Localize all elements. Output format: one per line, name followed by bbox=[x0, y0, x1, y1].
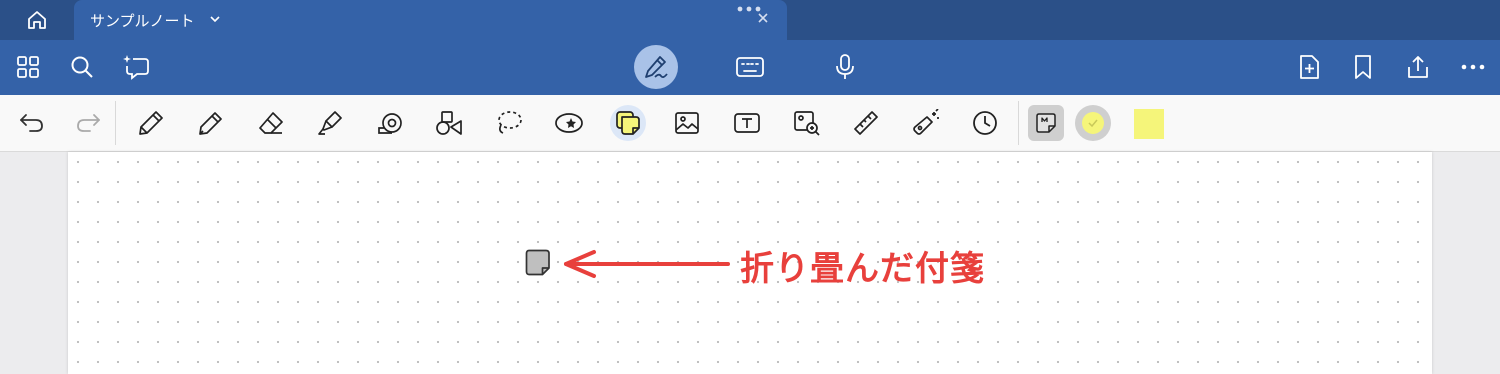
laser-pointer-icon bbox=[913, 109, 939, 135]
share-button[interactable] bbox=[1404, 53, 1432, 81]
folded-sticky-note[interactable] bbox=[525, 249, 551, 276]
tab-notebook[interactable]: サンプルノート bbox=[74, 0, 787, 40]
redo-icon bbox=[77, 114, 100, 132]
eraser-tool[interactable] bbox=[253, 105, 289, 141]
add-page-icon bbox=[1300, 55, 1319, 79]
undo-icon bbox=[20, 114, 43, 132]
top-bar bbox=[0, 40, 1500, 95]
sticky-note-style-icon bbox=[1036, 113, 1056, 133]
home-button[interactable] bbox=[0, 0, 74, 40]
toolbar-divider bbox=[115, 101, 116, 145]
keyboard-icon bbox=[736, 57, 764, 77]
apps-grid-icon bbox=[17, 56, 39, 78]
bookmark-icon bbox=[1355, 55, 1371, 79]
pencil-tool[interactable] bbox=[193, 105, 229, 141]
add-page-button[interactable] bbox=[1296, 53, 1322, 81]
search-button[interactable] bbox=[68, 53, 96, 81]
sticker-icon bbox=[555, 113, 583, 133]
lasso-icon bbox=[498, 111, 522, 134]
ruler-icon bbox=[854, 111, 878, 135]
laser-pointer-tool[interactable] bbox=[908, 105, 944, 141]
lasso-tool[interactable] bbox=[491, 105, 527, 141]
text-box-icon bbox=[734, 113, 760, 133]
text-box-tool[interactable] bbox=[729, 105, 765, 141]
pen-tool[interactable] bbox=[133, 105, 169, 141]
tab-bar: サンプルノート bbox=[0, 0, 1500, 40]
tape-icon bbox=[378, 113, 402, 134]
highlighter-icon bbox=[318, 111, 342, 135]
microphone-button[interactable] bbox=[832, 52, 858, 82]
more-button[interactable] bbox=[1460, 53, 1486, 81]
note-style-option[interactable] bbox=[1028, 105, 1064, 141]
image-icon bbox=[675, 112, 699, 134]
undo-button[interactable] bbox=[14, 105, 50, 141]
bookmark-button[interactable] bbox=[1351, 53, 1375, 81]
keyboard-mode-button[interactable] bbox=[734, 53, 766, 81]
pen-mode-icon bbox=[645, 56, 668, 79]
close-icon[interactable] bbox=[757, 12, 769, 24]
home-icon bbox=[28, 11, 46, 29]
chevron-down-icon[interactable] bbox=[209, 13, 221, 25]
tape-tool[interactable] bbox=[372, 105, 408, 141]
search-icon bbox=[71, 56, 93, 78]
redo-button[interactable] bbox=[70, 105, 106, 141]
sticky-note-tool[interactable] bbox=[610, 105, 646, 141]
ai-assist-icon bbox=[123, 55, 149, 80]
pen-mode-button[interactable] bbox=[634, 45, 678, 89]
selected-color-swatch-icon bbox=[1082, 112, 1104, 134]
eraser-icon bbox=[259, 112, 283, 134]
clock-tool[interactable] bbox=[967, 105, 1003, 141]
pen-icon bbox=[139, 111, 163, 135]
microphone-icon bbox=[836, 54, 854, 79]
image-search-icon bbox=[794, 111, 820, 136]
sticky-note-icon bbox=[616, 111, 640, 135]
highlighter-tool[interactable] bbox=[312, 105, 348, 141]
pencil-icon bbox=[199, 112, 222, 135]
ruler-tool[interactable] bbox=[848, 105, 884, 141]
share-icon bbox=[1408, 56, 1428, 78]
annotation-arrow bbox=[564, 250, 730, 278]
sticker-tool[interactable] bbox=[551, 105, 587, 141]
ai-assist-button[interactable] bbox=[121, 53, 151, 81]
toolbar-divider bbox=[1018, 101, 1019, 145]
color-swatch-yellow[interactable] bbox=[1134, 109, 1164, 139]
shapes-icon bbox=[436, 111, 462, 135]
image-tool[interactable] bbox=[669, 105, 705, 141]
clock-icon bbox=[973, 111, 997, 135]
annotation-label: 折り畳んだ付箋 bbox=[740, 249, 985, 289]
image-search-tool[interactable] bbox=[789, 105, 825, 141]
apps-grid-button[interactable] bbox=[14, 53, 42, 81]
tool-bar bbox=[0, 95, 1500, 152]
color-option-selected[interactable] bbox=[1075, 105, 1111, 141]
more-icon bbox=[1461, 64, 1485, 70]
tab-title: サンプルノート bbox=[90, 12, 195, 30]
shapes-tool[interactable] bbox=[431, 105, 467, 141]
